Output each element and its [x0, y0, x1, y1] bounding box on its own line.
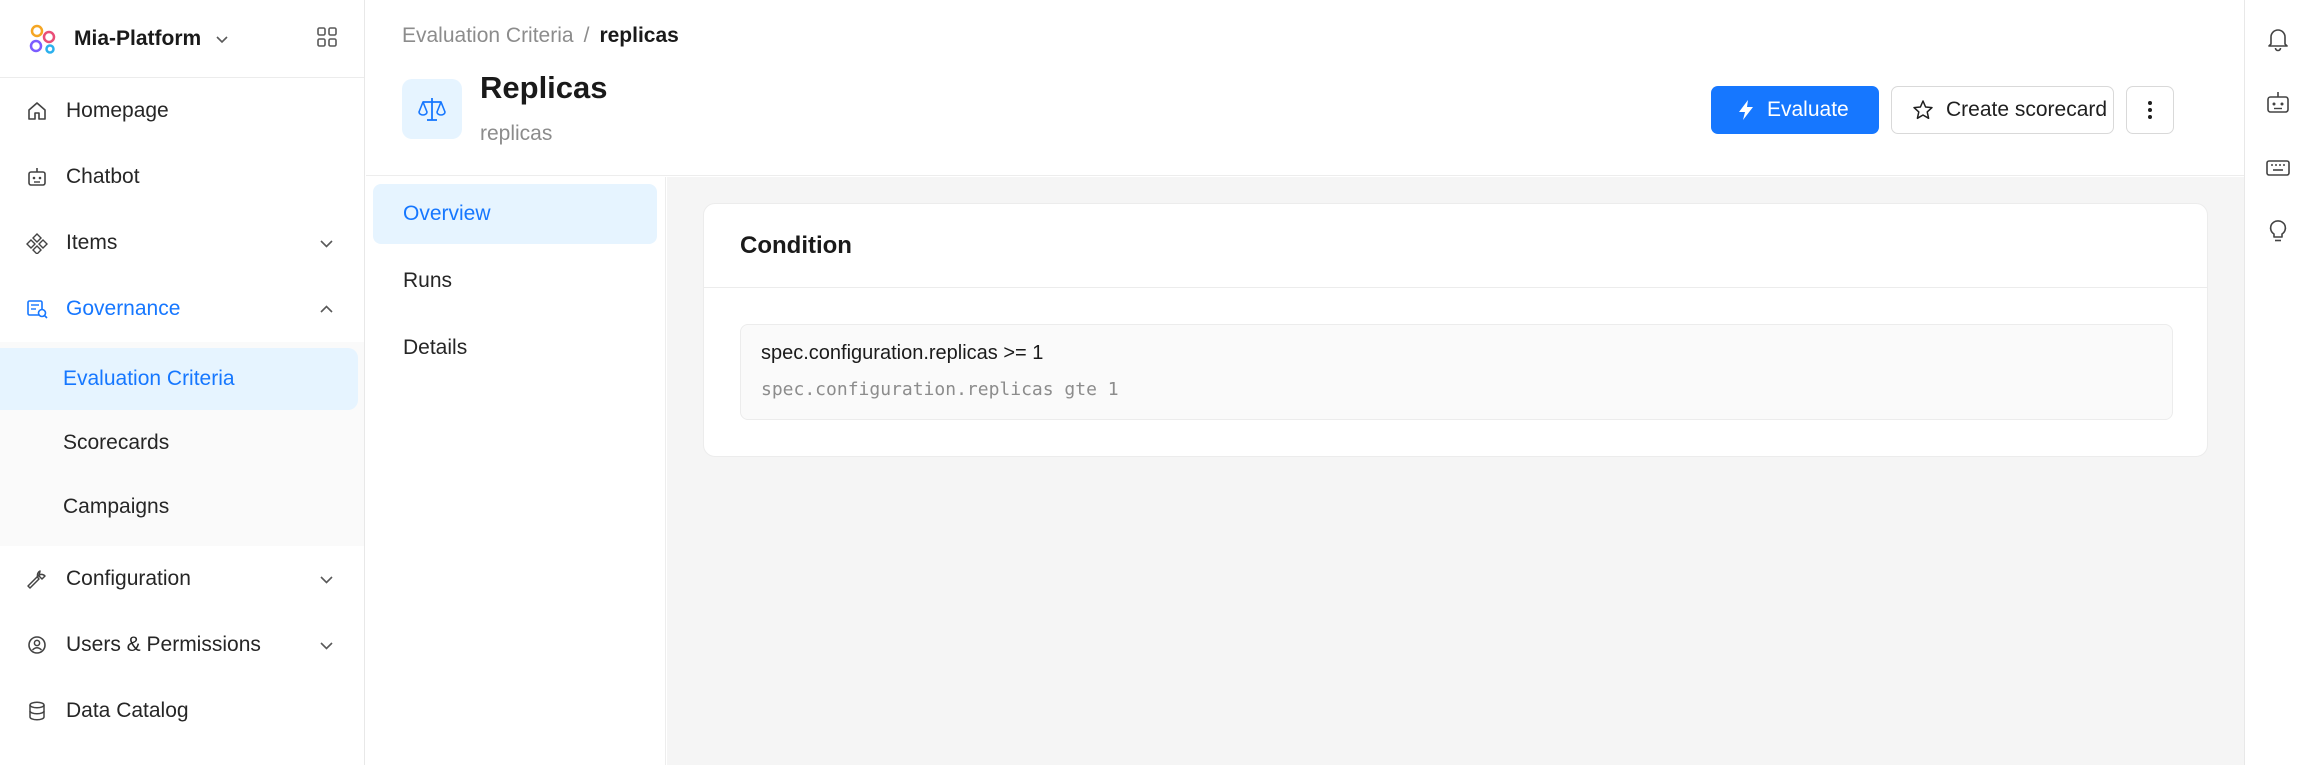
- wrench-icon: [27, 570, 46, 589]
- sidebar-nav: Homepage Chatbot Items Governance Evalua…: [0, 78, 364, 744]
- home-icon: [28, 102, 46, 120]
- scale-icon: [418, 98, 446, 121]
- governance-icon: [27, 300, 48, 319]
- breadcrumb: Evaluation Criteria / replicas: [402, 24, 679, 48]
- keyboard-icon[interactable]: [2265, 155, 2291, 181]
- diamond-grid-icon: [26, 233, 48, 254]
- robot-icon: [28, 168, 46, 186]
- star-icon: [1913, 100, 1933, 120]
- sidebar-item-configuration[interactable]: Configuration: [0, 546, 364, 612]
- sidebar-item-label: Homepage: [66, 99, 169, 122]
- breadcrumb-current: replicas: [599, 24, 679, 47]
- section-tabs: Overview Runs Details: [366, 177, 666, 765]
- chevron-down-icon: [320, 576, 333, 584]
- sidebar-item-homepage[interactable]: Homepage: [0, 78, 364, 144]
- page-header: Evaluation Criteria / replicas Replicas re…: [366, 0, 2244, 176]
- condition-card-title: Condition: [704, 204, 2207, 288]
- main-content: Condition spec.configuration.replicas >=…: [667, 177, 2244, 765]
- brand-name: Mia-Platform: [74, 26, 202, 50]
- robot-icon[interactable]: [2265, 90, 2291, 116]
- condition-code: spec.configuration.replicas gte 1: [761, 379, 1119, 400]
- create-scorecard-button[interactable]: Create scorecard: [1891, 86, 2114, 134]
- mia-platform-logo-icon: [29, 24, 56, 54]
- condition-expression: spec.configuration.replicas >= 1: [761, 342, 1044, 364]
- tab-details[interactable]: Details: [373, 318, 657, 378]
- tab-overview[interactable]: Overview: [373, 184, 657, 244]
- sidebar-item-campaigns[interactable]: Campaigns: [0, 476, 358, 538]
- condition-card: Condition spec.configuration.replicas >=…: [703, 203, 2208, 457]
- sidebar-item-evaluation-criteria[interactable]: Evaluation Criteria: [0, 348, 358, 410]
- chevron-down-icon: [216, 35, 228, 43]
- create-scorecard-label: Create scorecard: [1946, 98, 2108, 121]
- lightning-icon: [1739, 100, 1753, 120]
- sidebar: Mia-Platform Homepage Chatbot Items Gove…: [0, 0, 365, 765]
- evaluate-button-label: Evaluate: [1767, 98, 1849, 121]
- sidebar-item-label: Items: [66, 231, 118, 254]
- sidebar-item-label: Configuration: [66, 567, 191, 590]
- sidebar-item-data-catalog[interactable]: Data Catalog: [0, 678, 364, 744]
- evaluate-button[interactable]: Evaluate: [1711, 86, 1879, 134]
- sidebar-item-governance[interactable]: Governance: [0, 276, 364, 342]
- user-gear-icon: [28, 636, 46, 654]
- chevron-up-icon: [320, 305, 333, 313]
- chevron-down-icon: [320, 240, 333, 248]
- lightbulb-icon[interactable]: [2265, 218, 2291, 244]
- more-vertical-icon: [2148, 101, 2152, 119]
- sidebar-item-chatbot[interactable]: Chatbot: [0, 144, 364, 210]
- breadcrumb-separator: /: [583, 24, 590, 47]
- breadcrumb-parent-link[interactable]: Evaluation Criteria: [402, 24, 574, 47]
- sidebar-item-items[interactable]: Items: [0, 210, 364, 276]
- sidebar-item-label: Data Catalog: [66, 699, 189, 722]
- page-title: Replicas: [480, 70, 608, 105]
- right-rail: [2244, 0, 2311, 765]
- sidebar-item-users-permissions[interactable]: Users & Permissions: [0, 612, 364, 678]
- more-actions-button[interactable]: [2126, 86, 2174, 134]
- page-subtitle: replicas: [480, 122, 553, 145]
- bell-icon[interactable]: [2265, 26, 2291, 52]
- governance-subnav: Evaluation Criteria Scorecards Campaigns: [0, 342, 364, 546]
- database-icon: [29, 701, 45, 721]
- sidebar-item-label: Chatbot: [66, 165, 140, 188]
- sidebar-item-label: Governance: [66, 297, 181, 320]
- app-grid-icon[interactable]: [316, 26, 338, 48]
- tab-runs[interactable]: Runs: [373, 251, 657, 311]
- sidebar-item-label: Users & Permissions: [66, 633, 261, 656]
- condition-expression-box: spec.configuration.replicas >= 1 spec.co…: [740, 324, 2173, 420]
- sidebar-item-scorecards[interactable]: Scorecards: [0, 412, 358, 474]
- brand-switcher[interactable]: Mia-Platform: [0, 0, 364, 78]
- page-icon: [402, 79, 462, 139]
- chevron-down-icon: [320, 642, 333, 650]
